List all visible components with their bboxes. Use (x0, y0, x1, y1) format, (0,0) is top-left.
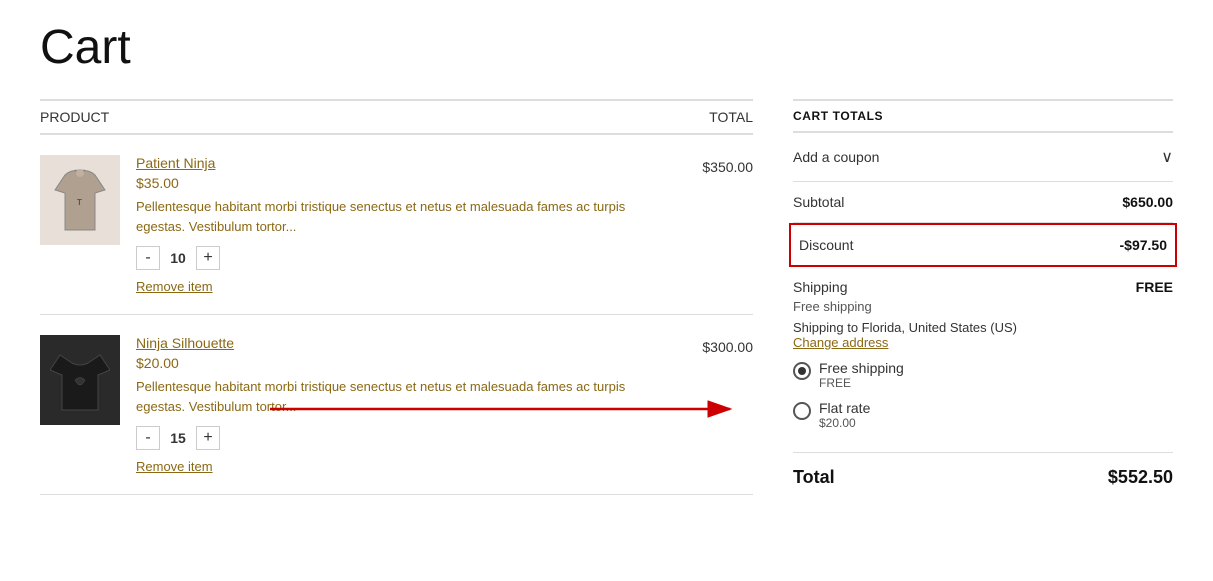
radio-free-shipping[interactable] (793, 362, 811, 380)
change-address-link[interactable]: Change address (793, 335, 888, 350)
coupon-label: Add a coupon (793, 149, 879, 165)
product-name-link[interactable]: Patient Ninja (136, 155, 215, 171)
total-column-header: TOTAL (709, 109, 753, 125)
cart-totals-title: CART TOTALS (793, 99, 1173, 133)
total-label: Total (793, 467, 835, 488)
quantity-increase-button[interactable]: + (196, 246, 220, 270)
total-value: $552.50 (1108, 467, 1173, 488)
quantity-value: 15 (168, 430, 188, 446)
product-description: Pellentesque habitant morbi tristique se… (136, 197, 657, 236)
product-description: Pellentesque habitant morbi tristique se… (136, 377, 657, 416)
chevron-down-icon: ∨ (1161, 147, 1173, 167)
product-column-header: PRODUCT (40, 109, 109, 125)
shipping-option[interactable]: Flat rate $20.00 (793, 400, 1173, 430)
svg-text:T: T (77, 198, 82, 207)
radio-flat-rate[interactable] (793, 402, 811, 420)
shipping-option[interactable]: Free shipping FREE (793, 360, 1173, 390)
remove-item-link[interactable]: Remove item (136, 279, 213, 294)
quantity-control: - 10 + (136, 246, 657, 270)
discount-value: -$97.50 (1120, 237, 1167, 253)
quantity-decrease-button[interactable]: - (136, 426, 160, 450)
discount-label: Discount (799, 237, 853, 253)
quantity-value: 10 (168, 250, 188, 266)
subtotal-value: $650.00 (1122, 194, 1173, 210)
flat-rate-option-label: Flat rate (819, 400, 870, 416)
subtotal-row: Subtotal $650.00 (793, 182, 1173, 223)
radio-inner (798, 367, 806, 375)
product-name-link[interactable]: Ninja Silhouette (136, 335, 234, 351)
product-details: Ninja Silhouette $20.00 Pellentesque hab… (136, 335, 657, 474)
remove-item-link[interactable]: Remove item (136, 459, 213, 474)
subtotal-label: Subtotal (793, 194, 844, 210)
coupon-row[interactable]: Add a coupon ∨ (793, 133, 1173, 182)
flat-rate-option-sub: $20.00 (819, 416, 870, 430)
cart-item: T Patient Ninja $35.00 Pellentesque habi… (40, 135, 753, 315)
item-total: $350.00 (673, 155, 753, 175)
product-details: Patient Ninja $35.00 Pellentesque habita… (136, 155, 657, 294)
free-shipping-option-sub: FREE (819, 376, 904, 390)
free-shipping-option-label: Free shipping (819, 360, 904, 376)
free-shipping-sub: Free shipping (793, 299, 1173, 314)
shipping-address: Shipping to Florida, United States (US) … (793, 320, 1173, 350)
product-price: $20.00 (136, 355, 657, 371)
product-image: T (40, 155, 120, 245)
page-title: Cart (40, 20, 1173, 75)
item-total: $300.00 (673, 335, 753, 355)
shipping-value: FREE (1136, 279, 1173, 295)
discount-row: Discount -$97.50 (789, 223, 1177, 267)
quantity-increase-button[interactable]: + (196, 426, 220, 450)
shipping-label: Shipping (793, 279, 848, 295)
quantity-decrease-button[interactable]: - (136, 246, 160, 270)
product-image (40, 335, 120, 425)
product-price: $35.00 (136, 175, 657, 191)
cart-totals-section: CART TOTALS Add a coupon ∨ Subtotal $650… (793, 99, 1173, 502)
cart-item: Ninja Silhouette $20.00 Pellentesque hab… (40, 315, 753, 495)
total-row: Total $552.50 (793, 453, 1173, 502)
cart-items-section: PRODUCT TOTAL T Patient Ninja $35.00 (40, 99, 753, 495)
quantity-control: - 15 + (136, 426, 657, 450)
cart-table-header: PRODUCT TOTAL (40, 99, 753, 135)
shipping-row: Shipping FREE Free shipping Shipping to … (793, 267, 1173, 453)
